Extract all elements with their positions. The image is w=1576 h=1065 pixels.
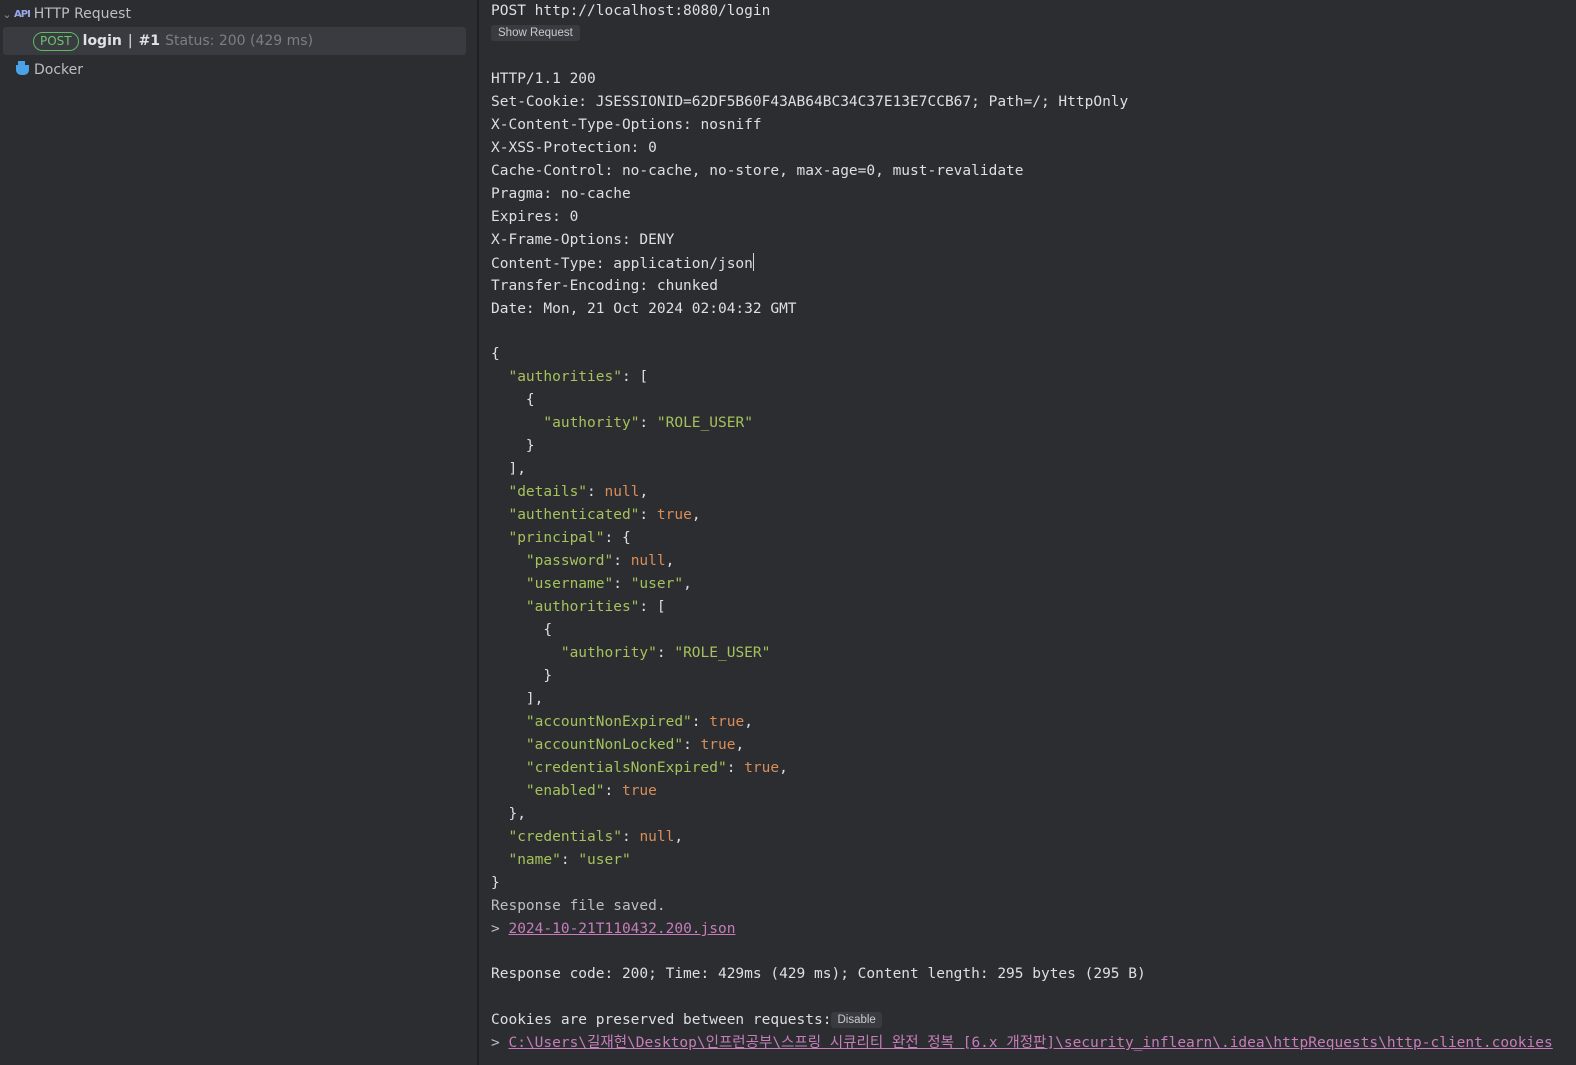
json-key: "accountNonLocked" (525, 737, 684, 753)
json-line: { (491, 344, 500, 364)
json-key: "username" (525, 576, 614, 592)
tree-item-label: Docker (34, 62, 84, 78)
json-line: } (491, 873, 500, 893)
disable-cookies-button[interactable]: Disable (831, 1012, 882, 1028)
header-line: Date: Mon, 21 Oct 2024 02:04:32 GMT (491, 301, 797, 317)
response-console[interactable]: POST http://localhost:8080/login Show Re… (479, 0, 1576, 1065)
json-line: "enabled": true (525, 783, 657, 799)
header-line: X-Content-Type-Options: nosniff (491, 117, 762, 133)
json-key: "enabled" (525, 783, 605, 799)
json-line: { (491, 390, 535, 410)
tree-item-http-request[interactable]: ⌄ API HTTP Request (0, 2, 131, 26)
run-number: #1 (138, 33, 161, 49)
json-line: "principal": { (508, 530, 631, 546)
json-line: "credentials": null, (508, 829, 684, 845)
json-value: null (630, 553, 666, 569)
json-brace: { (543, 622, 553, 638)
json-value: true (744, 760, 780, 776)
json-line: } (491, 436, 535, 456)
header-line: Cache-Control: no-cache, no-store, max-a… (491, 163, 1024, 179)
json-value: true (700, 737, 736, 753)
json-line: "username": "user", (525, 576, 692, 592)
cookie-path-line: > C:\Users\길재현\Desktop\인프런공부\스프링 시큐리티 완전… (491, 1033, 1553, 1053)
cookie-file-link[interactable]: C:\Users\길재현\Desktop\인프런공부\스프링 시큐리티 완전 정… (508, 1035, 1552, 1051)
saved-file-link[interactable]: 2024-10-21T110432.200.json (508, 921, 735, 937)
json-line: "password": null, (525, 553, 675, 569)
tree-item-docker[interactable]: Docker (0, 58, 83, 82)
json-value: null (604, 484, 640, 500)
json-key: "authority" (543, 415, 640, 431)
json-line: "authenticated": true, (508, 507, 701, 523)
header-line: Transfer-Encoding: chunked (491, 278, 718, 294)
saved-message: Response file saved. (491, 898, 666, 914)
json-key: "authorities" (525, 599, 640, 615)
api-icon: API (14, 8, 31, 20)
cookies-message: Cookies are preserved between requests: (491, 1012, 832, 1028)
header-line: Pragma: no-cache (491, 186, 631, 202)
json-line: "accountNonLocked": true, (525, 737, 745, 753)
json-value: true (621, 783, 657, 799)
json-line: "credentialsNonExpired": true, (525, 760, 788, 776)
show-request-button[interactable]: Show Request (491, 25, 580, 41)
json-line: "authorities": [ (525, 599, 666, 615)
json-key: "accountNonExpired" (525, 714, 692, 730)
header-line: X-Frame-Options: DENY (491, 232, 675, 248)
json-brace: } (543, 668, 553, 684)
json-line: } (491, 666, 552, 686)
json-key: "principal" (508, 530, 605, 546)
json-key: "password" (525, 553, 614, 569)
json-line: "name": "user" (508, 852, 631, 868)
request-name: login (82, 33, 122, 49)
services-tree: ⌄ API HTTP Request POST login | #1 Statu… (0, 0, 478, 1065)
tree-item-login-run[interactable]: POST login | #1 Status: 200 (429 ms) (3, 27, 466, 55)
response-summary: Response code: 200; Time: 429ms (429 ms)… (491, 966, 1146, 982)
json-key: "authority" (560, 645, 657, 661)
json-line: "accountNonExpired": true, (525, 714, 753, 730)
cookies-line: Cookies are preserved between requests: D… (491, 1010, 882, 1030)
json-value: "ROLE_USER" (674, 645, 771, 661)
docker-icon (16, 61, 29, 75)
json-line: ], (525, 691, 544, 707)
json-key: "authenticated" (508, 507, 640, 523)
json-line: }, (508, 806, 526, 822)
json-line: "authority": "ROLE_USER" (560, 645, 771, 661)
json-line: ], (508, 461, 526, 477)
json-value: "user" (578, 852, 631, 868)
cookie-path-prefix: > (491, 1035, 509, 1051)
text-cursor (752, 253, 754, 271)
json-value: "ROLE_USER" (656, 415, 753, 431)
header-line: X-XSS-Protection: 0 (491, 140, 657, 156)
json-value: "user" (630, 576, 684, 592)
json-key: "authorities" (508, 369, 622, 385)
json-key: "credentialsNonExpired" (525, 760, 727, 776)
json-line: "authorities": [ (508, 369, 649, 385)
header-line-content-type: Content-Type: application/json (491, 253, 754, 274)
json-value: true (709, 714, 745, 730)
json-key: "credentials" (508, 829, 622, 845)
separator: | (127, 33, 133, 49)
json-line: { (491, 620, 552, 640)
json-value: true (656, 507, 692, 523)
saved-file-line: > 2024-10-21T110432.200.json (491, 919, 735, 939)
chevron-down-icon[interactable]: ⌄ (0, 8, 14, 21)
tree-item-label: HTTP Request (33, 6, 131, 22)
json-brace: } (491, 875, 500, 891)
method-badge: POST (33, 31, 79, 51)
json-brace: } (525, 438, 535, 454)
header-text: Content-Type: application/json (491, 256, 753, 272)
json-key: "details" (508, 484, 588, 500)
header-line: Set-Cookie: JSESSIONID=62DF5B60F43AB64BC… (491, 94, 1129, 110)
saved-prefix: > (491, 921, 509, 937)
json-brace: { (525, 392, 535, 408)
json-value: null (639, 829, 675, 845)
request-line: POST http://localhost:8080/login (491, 3, 771, 19)
json-line: "authority": "ROLE_USER" (543, 415, 753, 431)
run-status: Status: 200 (429 ms) (165, 33, 314, 49)
json-line: "details": null, (508, 484, 649, 500)
status-line: HTTP/1.1 200 (491, 71, 596, 87)
header-line: Expires: 0 (491, 209, 579, 225)
json-brace: { (491, 346, 500, 362)
json-key: "name" (508, 852, 561, 868)
